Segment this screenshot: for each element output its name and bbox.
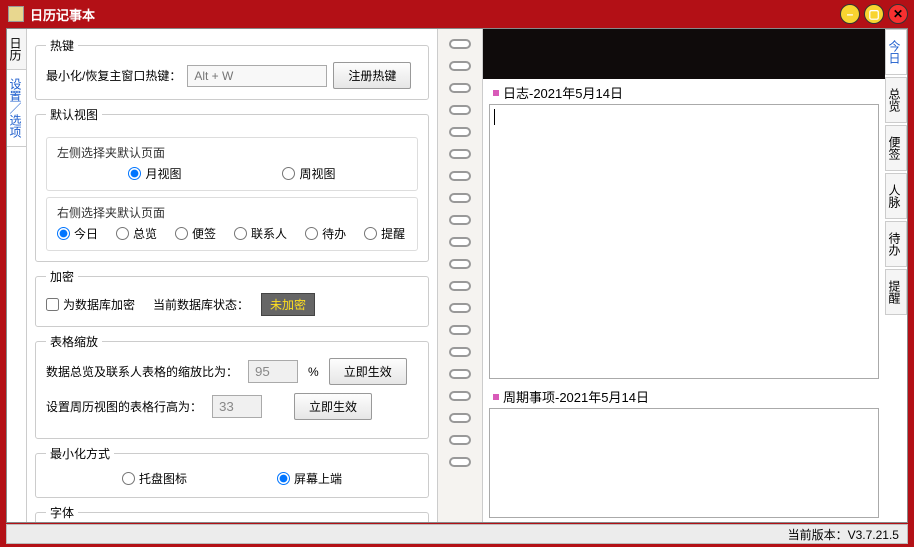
text-cursor xyxy=(494,109,495,125)
ring-icon xyxy=(449,61,471,71)
ring-icon xyxy=(449,303,471,313)
periodic-title-row: 周期事项-2021年5月14日 xyxy=(483,385,885,408)
ring-icon xyxy=(449,39,471,49)
hotkey-legend: 热键 xyxy=(46,37,78,54)
encrypt-group: 加密 为数据库加密 当前数据库状态： 未加密 xyxy=(35,268,429,327)
right-tabstrip: 今日 总览 便签 人脉 待办 提醒 xyxy=(885,29,907,522)
ring-icon xyxy=(449,171,471,181)
radio-tray[interactable]: 托盘图标 xyxy=(122,470,187,487)
ring-icon xyxy=(449,237,471,247)
ring-icon xyxy=(449,435,471,445)
right-default-legend: 右侧选择夹默认页面 xyxy=(57,204,407,221)
ring-icon xyxy=(449,325,471,335)
right-tab-today[interactable]: 今日 xyxy=(885,29,907,75)
right-main: 日志-2021年5月14日 周期事项-2021年5月14日 xyxy=(483,29,885,522)
maximize-button[interactable]: ▢ xyxy=(864,4,884,24)
app-icon xyxy=(8,6,24,22)
ring-icon xyxy=(449,127,471,137)
right-tab-todo[interactable]: 待办 xyxy=(885,221,907,267)
register-hotkey-button[interactable]: 注册热键 xyxy=(333,62,411,89)
ring-icon xyxy=(449,149,471,159)
left-tabstrip: 日历 设置／选项 xyxy=(7,29,27,522)
radio-month-view[interactable]: 月视图 xyxy=(128,165,181,182)
radio-overview[interactable]: 总览 xyxy=(116,225,157,242)
hotkey-input[interactable] xyxy=(187,65,327,87)
ring-icon xyxy=(449,215,471,225)
ring-icon xyxy=(449,347,471,357)
diary-title: 日志-2021年5月14日 xyxy=(503,83,623,102)
encrypt-status-value: 未加密 xyxy=(261,293,315,316)
right-default-group: 右侧选择夹默认页面 今日 总览 便签 联系人 待办 提醒 xyxy=(46,197,418,251)
apply-scale-1-button[interactable]: 立即生效 xyxy=(329,358,407,385)
notebook-spine xyxy=(437,29,483,522)
scale-input-1[interactable] xyxy=(248,360,298,383)
font-group: 字体 日志/备忘字体 日志/备忘背景色： ▾ xyxy=(35,504,429,522)
radio-todo[interactable]: 待办 xyxy=(305,225,346,242)
app-window: 日历记事本 – ▢ ✕ 日历 设置／选项 热键 最小化/恢复主窗口热键： 注册热… xyxy=(0,0,914,547)
scale-label-2: 设置周历视图的表格行高为： xyxy=(46,398,202,415)
radio-contacts[interactable]: 联系人 xyxy=(234,225,287,242)
diary-header-image xyxy=(483,29,885,79)
ring-icon xyxy=(449,259,471,269)
scale-group: 表格缩放 数据总览及联系人表格的缩放比为： % 立即生效 设置周历视图的表格行高… xyxy=(35,333,429,439)
close-button[interactable]: ✕ xyxy=(888,4,908,24)
radio-week-view[interactable]: 周视图 xyxy=(282,165,335,182)
font-legend: 字体 xyxy=(46,504,78,521)
minimize-button[interactable]: – xyxy=(840,4,860,24)
ring-icon xyxy=(449,369,471,379)
scale-input-2[interactable] xyxy=(212,395,262,418)
window-controls: – ▢ ✕ xyxy=(840,4,908,24)
drag-handle-icon[interactable] xyxy=(493,90,499,96)
left-default-legend: 左侧选择夹默认页面 xyxy=(57,144,407,161)
right-content: 日志-2021年5月14日 周期事项-2021年5月14日 今日 总览 便签 人… xyxy=(483,29,907,522)
diary-title-row: 日志-2021年5月14日 xyxy=(483,81,885,104)
periodic-title: 周期事项-2021年5月14日 xyxy=(503,387,649,406)
left-default-group: 左侧选择夹默认页面 月视图 周视图 xyxy=(46,137,418,191)
left-tab-calendar[interactable]: 日历 xyxy=(7,29,26,70)
default-view-legend: 默认视图 xyxy=(46,106,102,123)
minimize-group: 最小化方式 托盘图标 屏幕上端 xyxy=(35,445,429,498)
radio-reminder[interactable]: 提醒 xyxy=(364,225,405,242)
hotkey-label: 最小化/恢复主窗口热键： xyxy=(46,67,181,84)
statusbar: 当前版本：V3.7.21.5 xyxy=(6,524,908,544)
version-text: 当前版本：V3.7.21.5 xyxy=(788,526,899,543)
scale-label-1: 数据总览及联系人表格的缩放比为： xyxy=(46,363,238,380)
minimize-legend: 最小化方式 xyxy=(46,445,114,462)
right-tab-contacts[interactable]: 人脉 xyxy=(885,173,907,219)
ring-icon xyxy=(449,193,471,203)
client-area: 日历 设置／选项 热键 最小化/恢复主窗口热键： 注册热键 默认视图 左侧选择夹… xyxy=(6,28,908,523)
ring-icon xyxy=(449,391,471,401)
ring-icon xyxy=(449,413,471,423)
right-tab-overview[interactable]: 总览 xyxy=(885,77,907,123)
radio-screen-top[interactable]: 屏幕上端 xyxy=(277,470,342,487)
right-tab-reminder[interactable]: 提醒 xyxy=(885,269,907,315)
settings-panel: 热键 最小化/恢复主窗口热键： 注册热键 默认视图 左侧选择夹默认页面 月视图 … xyxy=(27,29,437,522)
percent-sign: % xyxy=(308,365,319,379)
hotkey-group: 热键 最小化/恢复主窗口热键： 注册热键 xyxy=(35,37,429,100)
radio-today[interactable]: 今日 xyxy=(57,225,98,242)
default-view-group: 默认视图 左侧选择夹默认页面 月视图 周视图 右侧选择夹默认页面 今日 总览 便… xyxy=(35,106,429,262)
right-tab-notes[interactable]: 便签 xyxy=(885,125,907,171)
encrypt-status-label: 当前数据库状态： xyxy=(153,296,249,313)
diary-textarea[interactable] xyxy=(489,104,879,379)
radio-notes[interactable]: 便签 xyxy=(175,225,216,242)
ring-icon xyxy=(449,105,471,115)
left-tab-settings[interactable]: 设置／选项 xyxy=(7,70,26,147)
encrypt-checkbox[interactable]: 为数据库加密 xyxy=(46,296,135,313)
encrypt-legend: 加密 xyxy=(46,268,78,285)
drag-handle-icon[interactable] xyxy=(493,394,499,400)
window-title: 日历记事本 xyxy=(30,5,95,24)
periodic-textarea[interactable] xyxy=(489,408,879,518)
ring-icon xyxy=(449,83,471,93)
ring-icon xyxy=(449,281,471,291)
ring-icon xyxy=(449,457,471,467)
titlebar[interactable]: 日历记事本 – ▢ ✕ xyxy=(0,0,914,28)
scale-legend: 表格缩放 xyxy=(46,333,102,350)
apply-scale-2-button[interactable]: 立即生效 xyxy=(294,393,372,420)
